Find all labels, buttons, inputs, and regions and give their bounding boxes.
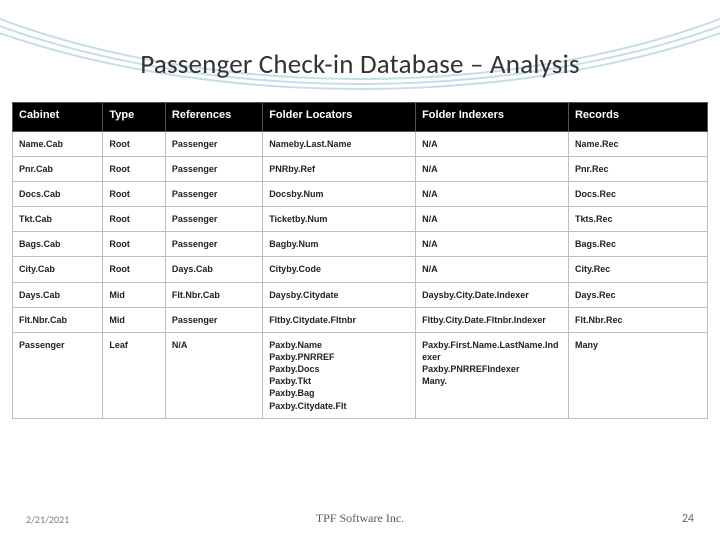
- cell-type: Mid: [103, 307, 166, 332]
- table-row: City.CabRootDays.Cab Cityby.Code N/A City.R…: [13, 257, 708, 282]
- cell-type: Root: [103, 156, 166, 181]
- cell-type: Root: [103, 257, 166, 282]
- cell-references: Passenger: [165, 232, 262, 257]
- locator-item: Paxby.Citydate.Flt: [269, 400, 409, 412]
- col-indexers: Folder Indexers: [416, 103, 569, 132]
- cell-cabinet: Flt.Nbr.Cab: [13, 307, 103, 332]
- cell-records: Name.Rec: [568, 131, 707, 156]
- cell-references: Passenger: [165, 307, 262, 332]
- locator-item: Paxby.Docs: [269, 363, 409, 375]
- col-references: References: [165, 103, 262, 132]
- cell-indexers: N/A: [416, 232, 569, 257]
- cell-records: Docs.Rec: [568, 182, 707, 207]
- cell-records: Days.Rec: [568, 282, 707, 307]
- indexer-item: Paxby.First.Name.LastName.Indexer: [422, 339, 562, 363]
- cell-locators: Fltby.Citydate.Fltnbr: [263, 307, 416, 332]
- table-row: Name.CabRootPassenger Nameby.Last.Name N/A…: [13, 131, 708, 156]
- cell-type: Root: [103, 182, 166, 207]
- indexer-item: N/A: [422, 138, 562, 150]
- cell-references: Flt.Nbr.Cab: [165, 282, 262, 307]
- locator-item: Daysby.Citydate: [269, 289, 409, 301]
- cell-records: Flt.Nbr.Rec: [568, 307, 707, 332]
- locator-item: Fltby.Citydate.Fltnbr: [269, 314, 409, 326]
- cell-locators: Docsby.Num: [263, 182, 416, 207]
- cell-indexers: N/A: [416, 182, 569, 207]
- cell-type: Root: [103, 232, 166, 257]
- indexer-item: N/A: [422, 238, 562, 250]
- cell-records: Pnr.Rec: [568, 156, 707, 181]
- table-row: Flt.Nbr.CabMidPassenger Fltby.Citydate.Fl…: [13, 307, 708, 332]
- cell-indexers: Fltby.City.Date.Fltnbr.Indexer: [416, 307, 569, 332]
- cell-references: Days.Cab: [165, 257, 262, 282]
- footer-org: TPF Software Inc.: [0, 511, 720, 526]
- analysis-table: Cabinet Type References Folder Locators …: [12, 102, 708, 419]
- cell-references: N/A: [165, 332, 262, 418]
- cell-type: Mid: [103, 282, 166, 307]
- indexer-item: Many.: [422, 375, 562, 387]
- indexer-item: Paxby.PNRREFIndexer: [422, 363, 562, 375]
- locator-item: Cityby.Code: [269, 263, 409, 275]
- cell-references: Passenger: [165, 207, 262, 232]
- table-row: Days.CabMidFlt.Nbr.Cab Daysby.Citydate Day…: [13, 282, 708, 307]
- cell-cabinet: Bags.Cab: [13, 232, 103, 257]
- indexer-item: N/A: [422, 163, 562, 175]
- locator-item: Ticketby.Num: [269, 213, 409, 225]
- cell-locators: Cityby.Code: [263, 257, 416, 282]
- footer-page-number: 24: [682, 512, 694, 526]
- cell-records: Many: [568, 332, 707, 418]
- table-header-row: Cabinet Type References Folder Locators …: [13, 103, 708, 132]
- cell-cabinet: Name.Cab: [13, 131, 103, 156]
- cell-type: Root: [103, 131, 166, 156]
- table-row: Bags.CabRootPassenger Bagby.Num N/A Bags.Re…: [13, 232, 708, 257]
- cell-locators: Ticketby.Num: [263, 207, 416, 232]
- cell-cabinet: City.Cab: [13, 257, 103, 282]
- col-cabinet: Cabinet: [13, 103, 103, 132]
- table-row: Docs.CabRootPassenger Docsby.Num N/A Docs.R…: [13, 182, 708, 207]
- cell-type: Root: [103, 207, 166, 232]
- cell-locators: Daysby.Citydate: [263, 282, 416, 307]
- locator-item: Nameby.Last.Name: [269, 138, 409, 150]
- cell-cabinet: Passenger: [13, 332, 103, 418]
- cell-indexers: Daysby.City.Date.Indexer: [416, 282, 569, 307]
- cell-cabinet: Pnr.Cab: [13, 156, 103, 181]
- indexer-item: Fltby.City.Date.Fltnbr.Indexer: [422, 314, 562, 326]
- locator-item: Paxby.Bag: [269, 387, 409, 399]
- col-records: Records: [568, 103, 707, 132]
- indexer-item: N/A: [422, 263, 562, 275]
- cell-indexers: N/A: [416, 207, 569, 232]
- cell-locators: PNRby.Ref: [263, 156, 416, 181]
- cell-records: Tkts.Rec: [568, 207, 707, 232]
- locator-item: Paxby.Name: [269, 339, 409, 351]
- cell-references: Passenger: [165, 131, 262, 156]
- locator-item: Paxby.PNRREF: [269, 351, 409, 363]
- indexer-item: N/A: [422, 188, 562, 200]
- locator-item: Paxby.Tkt: [269, 375, 409, 387]
- indexer-item: N/A: [422, 213, 562, 225]
- cell-locators: Nameby.Last.Name: [263, 131, 416, 156]
- table-row: PassengerLeafN/APaxby.NamePaxby.PNRREFPa…: [13, 332, 708, 418]
- cell-cabinet: Days.Cab: [13, 282, 103, 307]
- table-row: Tkt.CabRootPassenger Ticketby.Num N/A Tkts.…: [13, 207, 708, 232]
- col-locators: Folder Locators: [263, 103, 416, 132]
- cell-cabinet: Docs.Cab: [13, 182, 103, 207]
- cell-references: Passenger: [165, 156, 262, 181]
- table-row: Pnr.CabRootPassenger PNRby.Ref N/A Pnr.Rec: [13, 156, 708, 181]
- cell-indexers: N/A: [416, 257, 569, 282]
- cell-records: City.Rec: [568, 257, 707, 282]
- locator-item: Bagby.Num: [269, 238, 409, 250]
- locator-item: Docsby.Num: [269, 188, 409, 200]
- cell-locators: Bagby.Num: [263, 232, 416, 257]
- page-title: Passenger Check-in Database – Analysis: [0, 48, 720, 81]
- indexer-item: Daysby.City.Date.Indexer: [422, 289, 562, 301]
- cell-references: Passenger: [165, 182, 262, 207]
- cell-indexers: N/A: [416, 156, 569, 181]
- cell-cabinet: Tkt.Cab: [13, 207, 103, 232]
- cell-records: Bags.Rec: [568, 232, 707, 257]
- cell-indexers: N/A: [416, 131, 569, 156]
- col-type: Type: [103, 103, 166, 132]
- locator-item: PNRby.Ref: [269, 163, 409, 175]
- cell-locators: Paxby.NamePaxby.PNRREFPaxby.DocsPaxby.Tk…: [263, 332, 416, 418]
- cell-indexers: Paxby.First.Name.LastName.IndexerPaxby.P…: [416, 332, 569, 418]
- cell-type: Leaf: [103, 332, 166, 418]
